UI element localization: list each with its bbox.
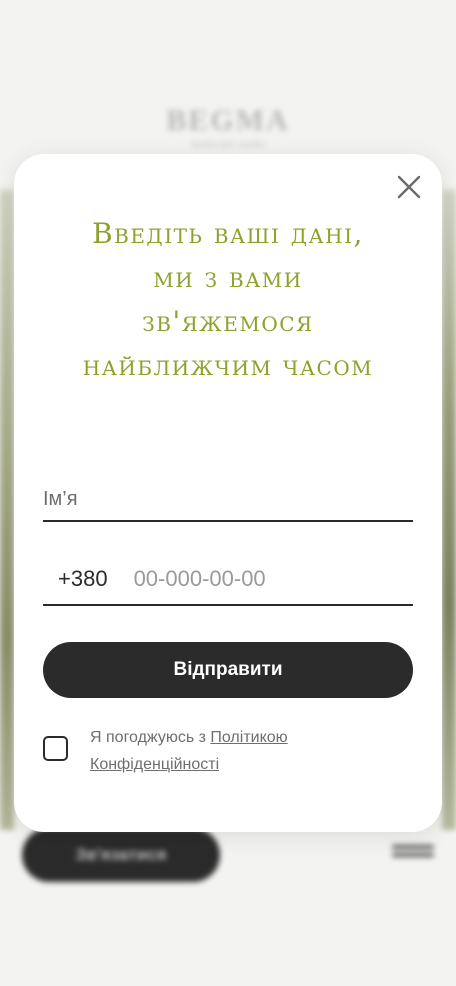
- name-input[interactable]: [43, 472, 413, 520]
- consent-checkbox[interactable]: [43, 736, 68, 761]
- name-field: [43, 472, 413, 522]
- consent-row: Я погоджуюсь з Політикою Конфіденційност…: [43, 724, 423, 778]
- contact-button: Зв'язатися: [22, 828, 220, 882]
- modal-title: Введіть ваші дані, ми з вами зв'яжемося …: [14, 212, 442, 388]
- modal-title-line: ми з вами: [153, 261, 303, 294]
- consent-text: Я погоджуюсь з Політикою Конфіденційност…: [90, 724, 288, 778]
- phone-field: +380: [43, 554, 422, 606]
- privacy-policy-link[interactable]: Політикою: [210, 729, 287, 746]
- background-image-left: [0, 190, 14, 830]
- privacy-policy-link-2[interactable]: Конфіденційності: [90, 756, 219, 773]
- contact-modal: Введіть ваші дані, ми з вами зв'яжемося …: [14, 154, 442, 832]
- submit-button[interactable]: Відправити: [43, 642, 413, 698]
- country-code: +380: [58, 566, 108, 591]
- background-image-right: [442, 190, 456, 830]
- modal-title-line: зв'яжемося: [142, 305, 314, 338]
- hamburger-menu-icon: [392, 845, 434, 865]
- consent-prefix: Я погоджуюсь з: [90, 729, 211, 746]
- close-icon: [397, 175, 421, 199]
- phone-input[interactable]: [133, 554, 422, 604]
- modal-title-line: Введіть ваші дані,: [92, 217, 364, 250]
- close-button[interactable]: [396, 174, 422, 200]
- brand-logo: BEGMA: [166, 104, 290, 137]
- modal-title-line: найближчим часом: [82, 349, 374, 382]
- brand-tagline: landscape studio: [190, 138, 266, 150]
